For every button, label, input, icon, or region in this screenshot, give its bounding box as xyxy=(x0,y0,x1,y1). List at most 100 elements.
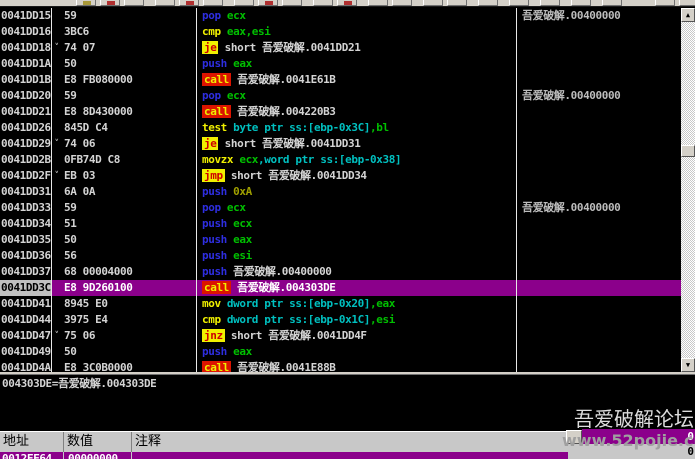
address-cell: 0041DD26 xyxy=(1,121,51,134)
instruction-part: call xyxy=(202,73,231,86)
address-cell: 0041DD44 xyxy=(1,313,51,326)
disasm-row[interactable]: 0041DD31 6A 0A push 0xA xyxy=(0,184,681,200)
disasm-row[interactable]: 0041DD33 59 pop ecx 吾爱破解.00400000 xyxy=(0,200,681,216)
disasm-row[interactable]: 0041DD16 3BC6 cmp eax,esi xyxy=(0,24,681,40)
instruction-cell: pop ecx xyxy=(196,8,516,24)
toolbar-strip xyxy=(0,0,695,7)
instruction-cell: jmp short 吾爱破解.0041DD34 xyxy=(196,168,516,184)
toolbar-button[interactable] xyxy=(509,0,529,6)
column-header-地址[interactable]: 地址 xyxy=(0,432,64,452)
disasm-row[interactable]: 0041DD47 ˅ 75 06 jnz short 吾爱破解.0041DD4F xyxy=(0,328,681,344)
toolbar-button[interactable] xyxy=(368,0,388,6)
column-header-注释[interactable]: 注释 xyxy=(132,432,569,452)
disasm-row[interactable]: 0041DD26 845D C4 test byte ptr ss:[ebp-0x3… xyxy=(0,120,681,136)
disasm-row[interactable]: 0041DD49 50 push eax xyxy=(0,344,681,360)
comment-cell xyxy=(516,104,681,120)
instruction-part: ,eax xyxy=(370,297,395,310)
instruction-part: mov xyxy=(202,297,221,310)
disasm-row[interactable]: 0041DD44 3975 E4 cmp dword ptr ss:[ebp-0x1… xyxy=(0,312,681,328)
toolbar-button[interactable] xyxy=(124,0,144,6)
instruction-part: jmp xyxy=(202,169,225,182)
instruction-part: test xyxy=(202,121,227,134)
instruction-cell: push 吾爱破解.00400000 xyxy=(196,264,516,280)
instruction-part: ecx xyxy=(226,201,246,214)
toolbar-button[interactable] xyxy=(602,0,622,6)
jump-marker-empty xyxy=(51,280,62,296)
toolbar-button[interactable] xyxy=(392,0,412,6)
address-cell: 0041DD33 xyxy=(1,201,51,214)
column-separator[interactable] xyxy=(196,8,197,373)
disasm-row[interactable]: 0041DD1B E8 FB080000 call 吾爱破解.0041E61B xyxy=(0,72,681,88)
instruction-part: je xyxy=(202,137,219,150)
toolbar-button[interactable] xyxy=(76,0,96,6)
toolbar-button[interactable] xyxy=(203,0,223,6)
hex-bytes-cell: 74 06 xyxy=(64,137,96,150)
instruction-cell: cmp dword ptr ss:[ebp-0x1C],esi xyxy=(196,312,516,328)
comment-cell xyxy=(516,72,681,88)
scrollbar-thumb[interactable] xyxy=(681,145,695,157)
instruction-cell: pop ecx xyxy=(196,88,516,104)
toolbar-button[interactable] xyxy=(234,0,254,6)
toolbar-button[interactable] xyxy=(179,0,199,6)
disasm-row[interactable]: 0041DD2B 0FB74D C8 movzx ecx,word ptr ss:[… xyxy=(0,152,681,168)
toolbar-button[interactable] xyxy=(478,0,498,6)
toolbar-button[interactable] xyxy=(337,0,357,6)
instruction-cell: call 吾爱破解.004303DE xyxy=(196,280,516,296)
disasm-row[interactable]: 0041DD41 8945 E0 mov dword ptr ss:[ebp-0x2… xyxy=(0,296,681,312)
disasm-row[interactable]: 0041DD21 E8 8D430000 call 吾爱破解.004220B3 xyxy=(0,104,681,120)
instruction-part: byte ptr ss:[ebp-0x3C] xyxy=(233,121,371,134)
disasm-row[interactable]: 0041DD18 ˅ 74 07 je short 吾爱破解.0041DD21 xyxy=(0,40,681,56)
instruction-cell: push esi xyxy=(196,248,516,264)
vertical-scrollbar[interactable]: ▲ ▼ xyxy=(681,8,695,372)
watermark-forum-name: 吾爱破解论坛 xyxy=(574,407,694,431)
hex-bytes-cell: 56 xyxy=(64,249,77,262)
disasm-row[interactable]: 0041DD1A 50 push eax xyxy=(0,56,681,72)
instruction-part: 吾爱破解.00400000 xyxy=(226,265,332,278)
toolbar-button[interactable] xyxy=(155,0,175,6)
toolbar-button[interactable] xyxy=(100,0,120,6)
jump-down-icon: ˅ xyxy=(54,139,59,149)
bottom-pane-row[interactable]: 0012FF64 00000000 xyxy=(0,452,569,459)
toolbar-button[interactable] xyxy=(679,0,695,6)
disasm-row[interactable]: 0041DD2F ˅ EB 03 jmp short 吾爱破解.0041DD34 xyxy=(0,168,681,184)
instruction-part: 吾爱破解.004303DE xyxy=(230,281,336,294)
instruction-part: short 吾爱破解.0041DD34 xyxy=(224,169,367,182)
jump-marker-empty xyxy=(51,312,62,328)
disasm-row[interactable]: 0041DD36 56 push esi xyxy=(0,248,681,264)
toolbar-button[interactable] xyxy=(282,0,302,6)
disassembly-rows: 0041DD15 59 pop ecx 吾爱破解.00400000 0041DD16 3B… xyxy=(0,8,681,373)
hex-bytes-cell: 0FB74D C8 xyxy=(64,153,121,166)
column-header-数值[interactable]: 数值 xyxy=(64,432,132,452)
disasm-row[interactable]: 0041DD29 ˅ 74 06 je short 吾爱破解.0041DD31 xyxy=(0,136,681,152)
instruction-part: pop xyxy=(202,9,221,22)
column-separator[interactable] xyxy=(51,8,52,373)
pane-divider[interactable] xyxy=(0,372,695,375)
address-cell: 0041DD21 xyxy=(1,105,51,118)
disasm-row[interactable]: 0041DD15 59 pop ecx 吾爱破解.00400000 xyxy=(0,8,681,24)
instruction-cell: test byte ptr ss:[ebp-0x3C],bl xyxy=(196,120,516,136)
toolbar-button[interactable] xyxy=(423,0,443,6)
scroll-down-icon[interactable]: ▼ xyxy=(681,358,695,372)
hex-bytes-cell: 68 00004000 xyxy=(64,265,133,278)
column-separator[interactable] xyxy=(516,8,517,373)
instruction-part: call xyxy=(202,281,231,294)
toolbar-button[interactable] xyxy=(447,0,467,6)
instruction-part: je xyxy=(202,41,219,54)
hex-bytes-cell: EB 03 xyxy=(64,169,96,182)
scroll-up-icon[interactable]: ▲ xyxy=(681,8,695,22)
bottom-pane-header: 地址 数值 注释 xyxy=(0,431,569,452)
toolbar-button[interactable] xyxy=(313,0,333,6)
disasm-row[interactable]: 0041DD37 68 00004000 push 吾爱破解.00400000 xyxy=(0,264,681,280)
comment-cell xyxy=(516,280,681,296)
toolbar-button[interactable] xyxy=(655,0,675,6)
disassembly-pane[interactable]: 0041DD15 59 pop ecx 吾爱破解.00400000 0041DD16 3B… xyxy=(0,8,681,373)
disasm-row[interactable]: 0041DD3C E8 9D260100 call 吾爱破解.004303DE xyxy=(0,280,681,296)
disasm-row[interactable]: 0041DD20 59 pop ecx 吾爱破解.00400000 xyxy=(0,88,681,104)
disasm-row[interactable]: 0041DD34 51 push ecx xyxy=(0,216,681,232)
toolbar-button[interactable] xyxy=(540,0,560,6)
toolbar-button[interactable] xyxy=(571,0,591,6)
instruction-part: eax xyxy=(233,57,252,70)
toolbar-button[interactable] xyxy=(258,0,278,6)
disasm-row[interactable]: 0041DD35 50 push eax xyxy=(0,232,681,248)
instruction-part: pop xyxy=(202,201,221,214)
